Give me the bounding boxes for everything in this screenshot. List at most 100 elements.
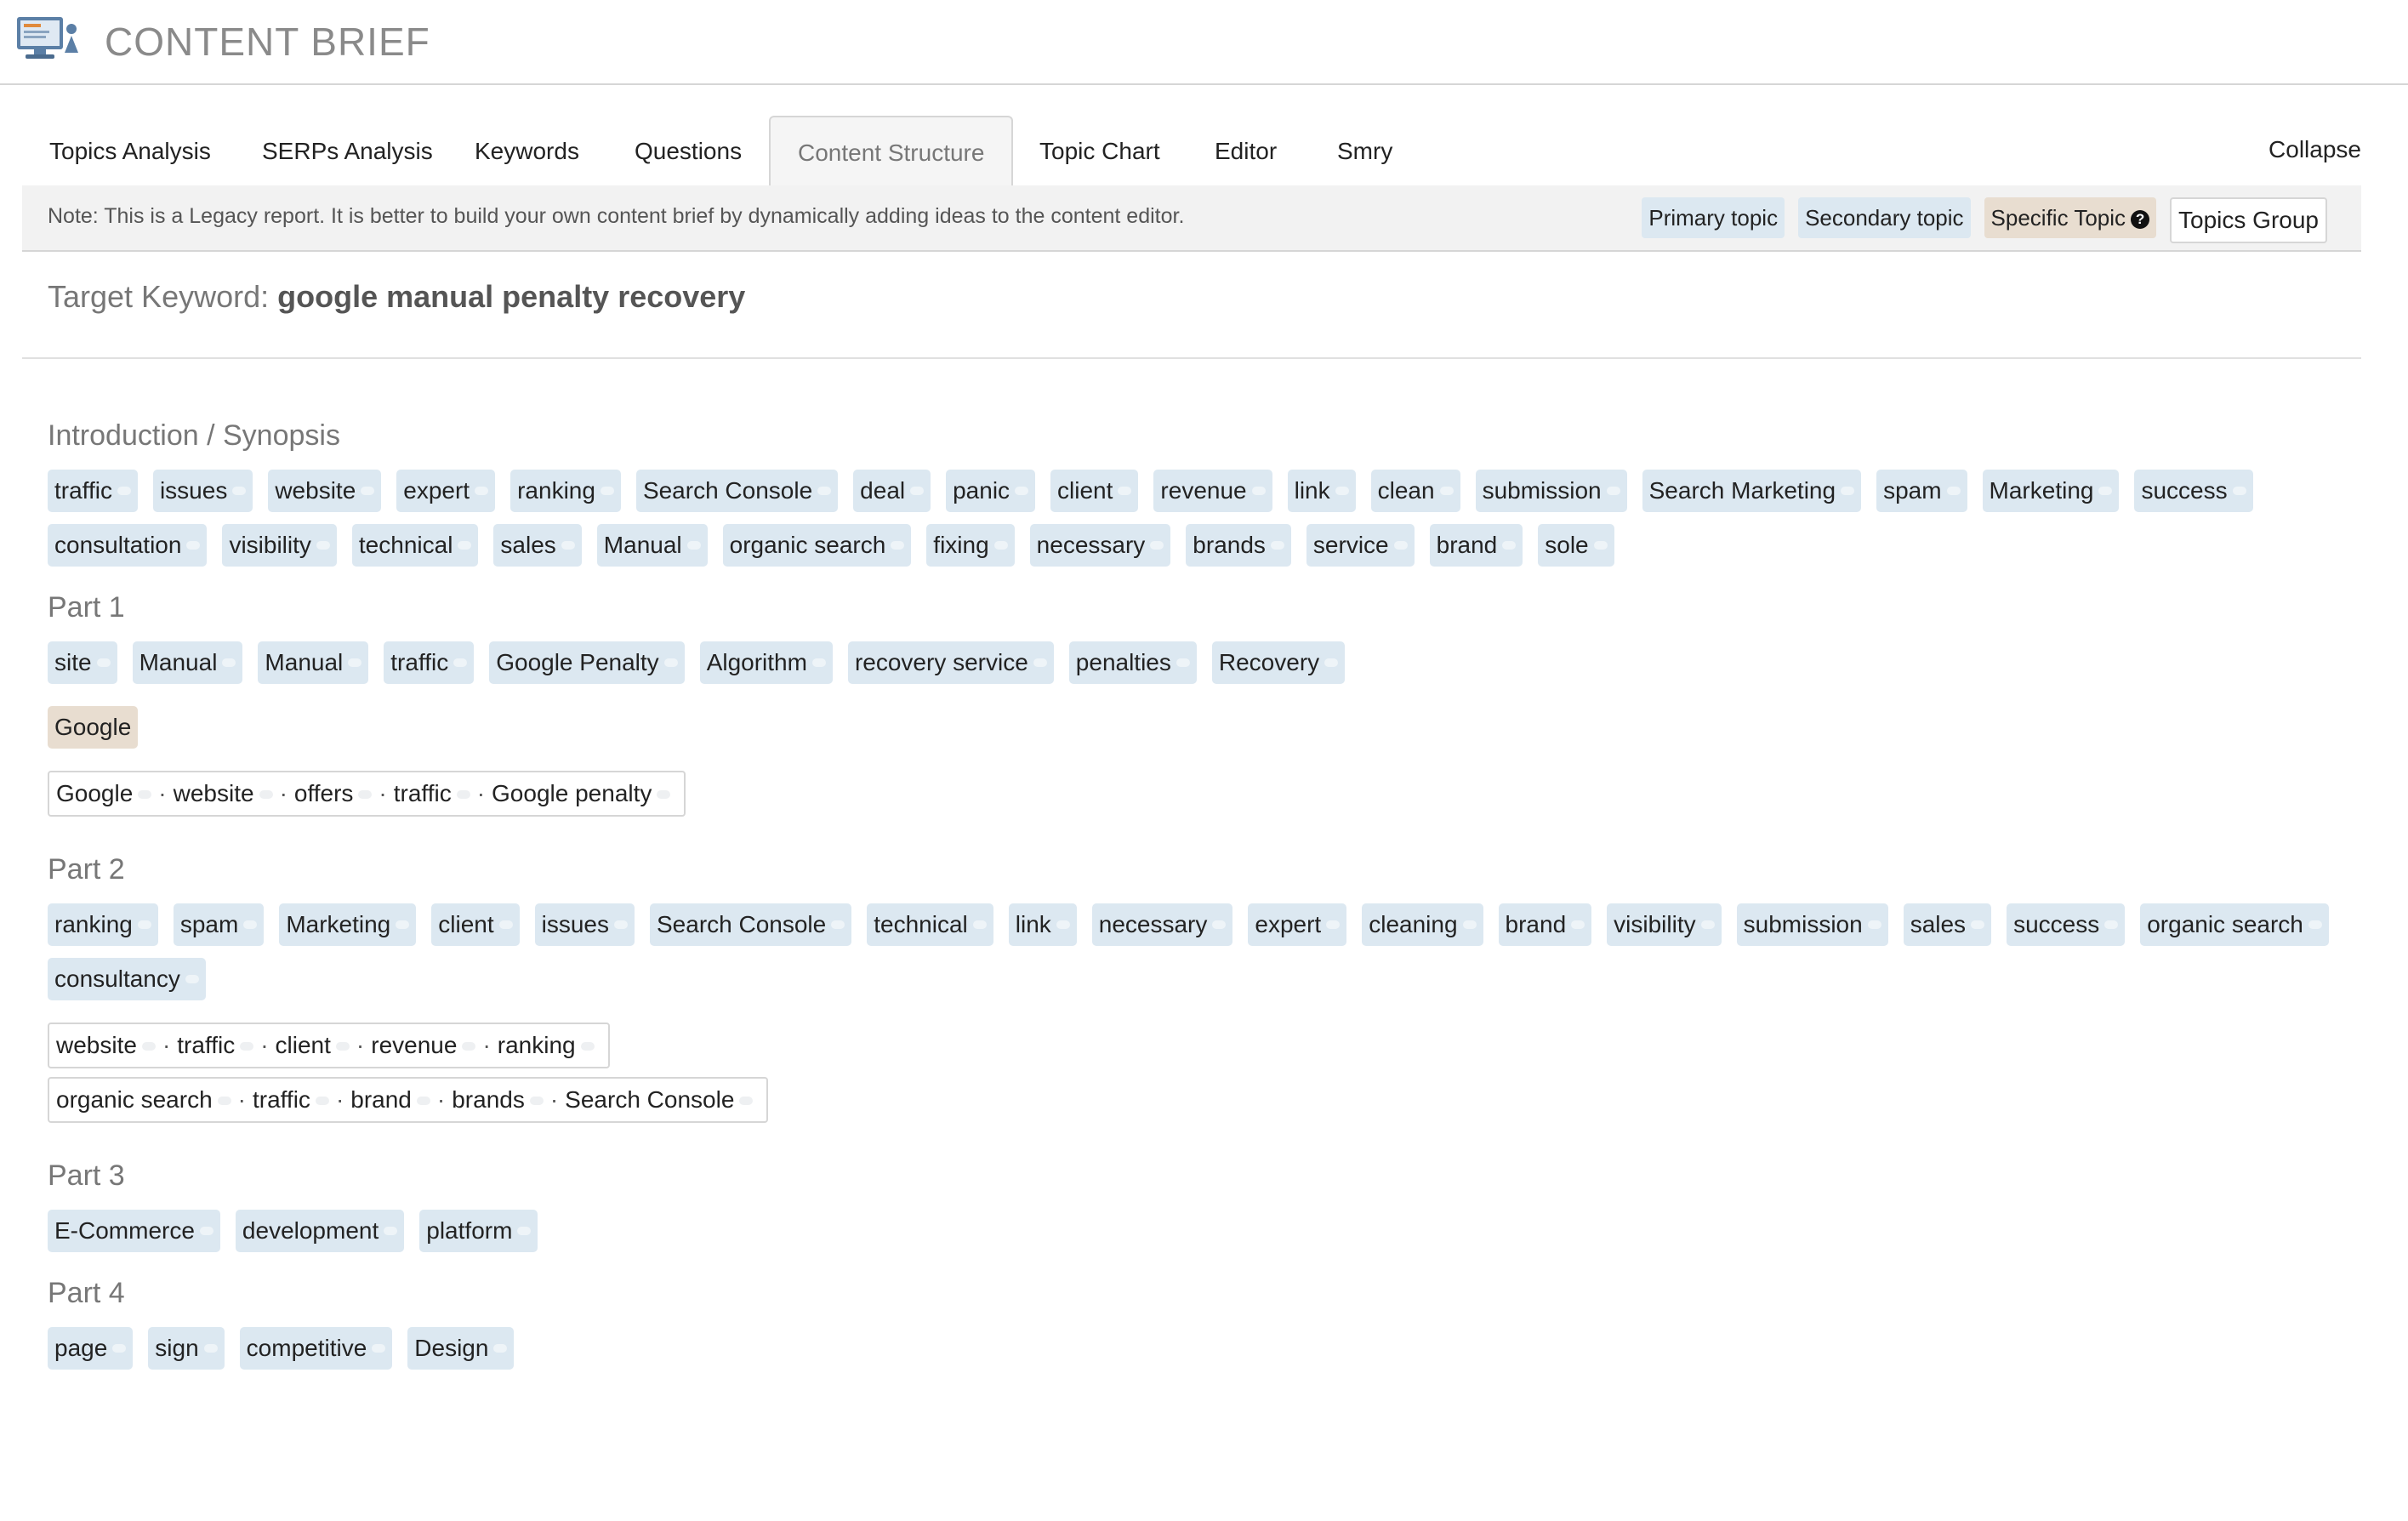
- group-topic[interactable]: website: [56, 1032, 162, 1059]
- topic-chip-list: site Manual Manual traffic Google Penalty Alg…: [48, 641, 2361, 684]
- topic-chip[interactable]: revenue: [1153, 470, 1272, 512]
- group-topic[interactable]: traffic: [253, 1086, 336, 1114]
- tab-keywords[interactable]: Keywords: [447, 116, 606, 185]
- group-separator: ·: [158, 780, 167, 806]
- topic-chip[interactable]: consultation: [48, 524, 208, 567]
- topic-chip[interactable]: development: [235, 1210, 405, 1252]
- topic-chip[interactable]: spam: [173, 903, 265, 946]
- target-keyword-value: google manual penalty recovery: [277, 279, 746, 314]
- topic-chip[interactable]: brands: [1186, 524, 1291, 567]
- topic-chip[interactable]: Manual: [596, 524, 708, 567]
- topic-chip[interactable]: necessary: [1029, 524, 1171, 567]
- topic-chip[interactable]: cleaning: [1362, 903, 1483, 946]
- topic-legend: Primary topic Secondary topic Specific T…: [1642, 197, 2327, 252]
- group-topic[interactable]: traffic: [394, 780, 477, 807]
- topic-chip[interactable]: platform: [419, 1210, 538, 1252]
- group-topic[interactable]: Search Console: [565, 1086, 760, 1114]
- topic-chip[interactable]: fixing: [926, 524, 1015, 567]
- topic-chip[interactable]: visibility: [1607, 903, 1722, 946]
- topic-chip[interactable]: issues: [534, 903, 635, 946]
- topic-chip[interactable]: traffic: [384, 641, 475, 684]
- tab-questions[interactable]: Questions: [607, 116, 769, 185]
- topic-chip[interactable]: Design: [407, 1327, 515, 1370]
- topic-chip[interactable]: client: [1050, 470, 1139, 512]
- topic-chip[interactable]: clean: [1370, 470, 1460, 512]
- group-separator: ·: [482, 1032, 491, 1058]
- topic-chip[interactable]: spam: [1876, 470, 1967, 512]
- topic-chip[interactable]: Search Console: [650, 903, 852, 946]
- topic-chip[interactable]: Search Console: [635, 470, 839, 512]
- tab-content-structure[interactable]: Content Structure: [769, 116, 1014, 187]
- group-topic[interactable]: brand: [350, 1086, 437, 1114]
- topic-chip[interactable]: consultancy: [48, 958, 206, 1000]
- topic-chip[interactable]: Search Marketing: [1642, 470, 1862, 512]
- topic-chip[interactable]: link: [1287, 470, 1356, 512]
- topic-chip[interactable]: technical: [351, 524, 479, 567]
- topic-chip[interactable]: website: [268, 470, 382, 512]
- topic-chip[interactable]: page: [48, 1327, 134, 1370]
- tab-smry[interactable]: Smry: [1310, 116, 1420, 185]
- topic-chip[interactable]: Google Penalty: [489, 641, 685, 684]
- topic-chip[interactable]: success: [2134, 470, 2253, 512]
- topic-chip[interactable]: penalties: [1068, 641, 1197, 684]
- group-topic[interactable]: website: [174, 780, 280, 807]
- topic-chip[interactable]: success: [2007, 903, 2126, 946]
- topic-chip[interactable]: expert: [1248, 903, 1347, 946]
- help-icon[interactable]: ?: [2131, 210, 2150, 229]
- topic-chip[interactable]: ranking: [510, 470, 621, 512]
- section-title: Part 1: [48, 591, 125, 624]
- group-topic[interactable]: organic search: [56, 1086, 238, 1114]
- group-topic[interactable]: offers: [294, 780, 379, 807]
- topic-chip[interactable]: Recovery: [1211, 641, 1346, 684]
- topic-chip[interactable]: service: [1306, 524, 1415, 567]
- topic-chip[interactable]: Marketing: [1982, 470, 2120, 512]
- topic-chip[interactable]: sole: [1538, 524, 1614, 567]
- group-topic[interactable]: brands: [452, 1086, 550, 1114]
- topic-chip[interactable]: sales: [493, 524, 582, 567]
- group-topic[interactable]: Google: [56, 780, 158, 807]
- topic-chip-list: ranking spam Marketing client issues Search C…: [48, 903, 2361, 1000]
- group-topic[interactable]: ranking: [498, 1032, 601, 1059]
- topic-chip[interactable]: brand: [1498, 903, 1592, 946]
- group-separator: ·: [476, 780, 486, 806]
- topic-chip[interactable]: site: [48, 641, 117, 684]
- topic-chip[interactable]: Manual: [258, 641, 369, 684]
- group-separator: ·: [356, 1032, 365, 1058]
- topic-chip[interactable]: competitive: [239, 1327, 393, 1370]
- group-topic[interactable]: traffic: [177, 1032, 260, 1059]
- topic-chip[interactable]: client: [431, 903, 520, 946]
- tab-serps-analysis[interactable]: SERPs Analysis: [235, 116, 460, 185]
- topic-chip[interactable]: necessary: [1091, 903, 1233, 946]
- tab-topic-chart[interactable]: Topic Chart: [1012, 116, 1187, 185]
- topic-chip-list: E-Commerce development platform: [48, 1210, 2361, 1252]
- topic-chip[interactable]: Marketing: [279, 903, 417, 946]
- tab-editor[interactable]: Editor: [1187, 116, 1304, 185]
- topic-chip[interactable]: issues: [152, 470, 253, 512]
- group-topic[interactable]: Google penalty: [492, 780, 677, 807]
- topic-chip[interactable]: deal: [853, 470, 931, 512]
- topic-chip[interactable]: panic: [946, 470, 1036, 512]
- topic-chip[interactable]: organic search: [2140, 903, 2329, 946]
- topic-chip[interactable]: ranking: [48, 903, 158, 946]
- tab-topics-analysis[interactable]: Topics Analysis: [22, 116, 238, 185]
- group-topic[interactable]: revenue: [371, 1032, 482, 1059]
- topic-chip[interactable]: recovery service: [847, 641, 1054, 684]
- group-topic[interactable]: client: [276, 1032, 356, 1059]
- topic-chip[interactable]: Algorithm: [699, 641, 833, 684]
- topic-chip[interactable]: E-Commerce: [48, 1210, 220, 1252]
- topic-chip[interactable]: sign: [148, 1327, 225, 1370]
- topic-chip[interactable]: technical: [867, 903, 993, 946]
- topic-chip[interactable]: traffic: [48, 470, 138, 512]
- topic-chip[interactable]: Manual: [132, 641, 243, 684]
- topic-chip[interactable]: expert: [396, 470, 496, 512]
- collapse-button[interactable]: Collapse: [2269, 136, 2361, 163]
- topic-chip[interactable]: submission: [1736, 903, 1888, 946]
- specific-topic-chip[interactable]: Google: [48, 706, 139, 749]
- topic-chip[interactable]: organic search: [722, 524, 912, 567]
- topic-chip[interactable]: link: [1008, 903, 1077, 946]
- topic-chip[interactable]: submission: [1475, 470, 1627, 512]
- target-keyword: Target Keyword: google manual penalty re…: [48, 279, 745, 315]
- topic-chip[interactable]: sales: [1903, 903, 1992, 946]
- topic-chip[interactable]: brand: [1429, 524, 1523, 567]
- topic-chip[interactable]: visibility: [222, 524, 337, 567]
